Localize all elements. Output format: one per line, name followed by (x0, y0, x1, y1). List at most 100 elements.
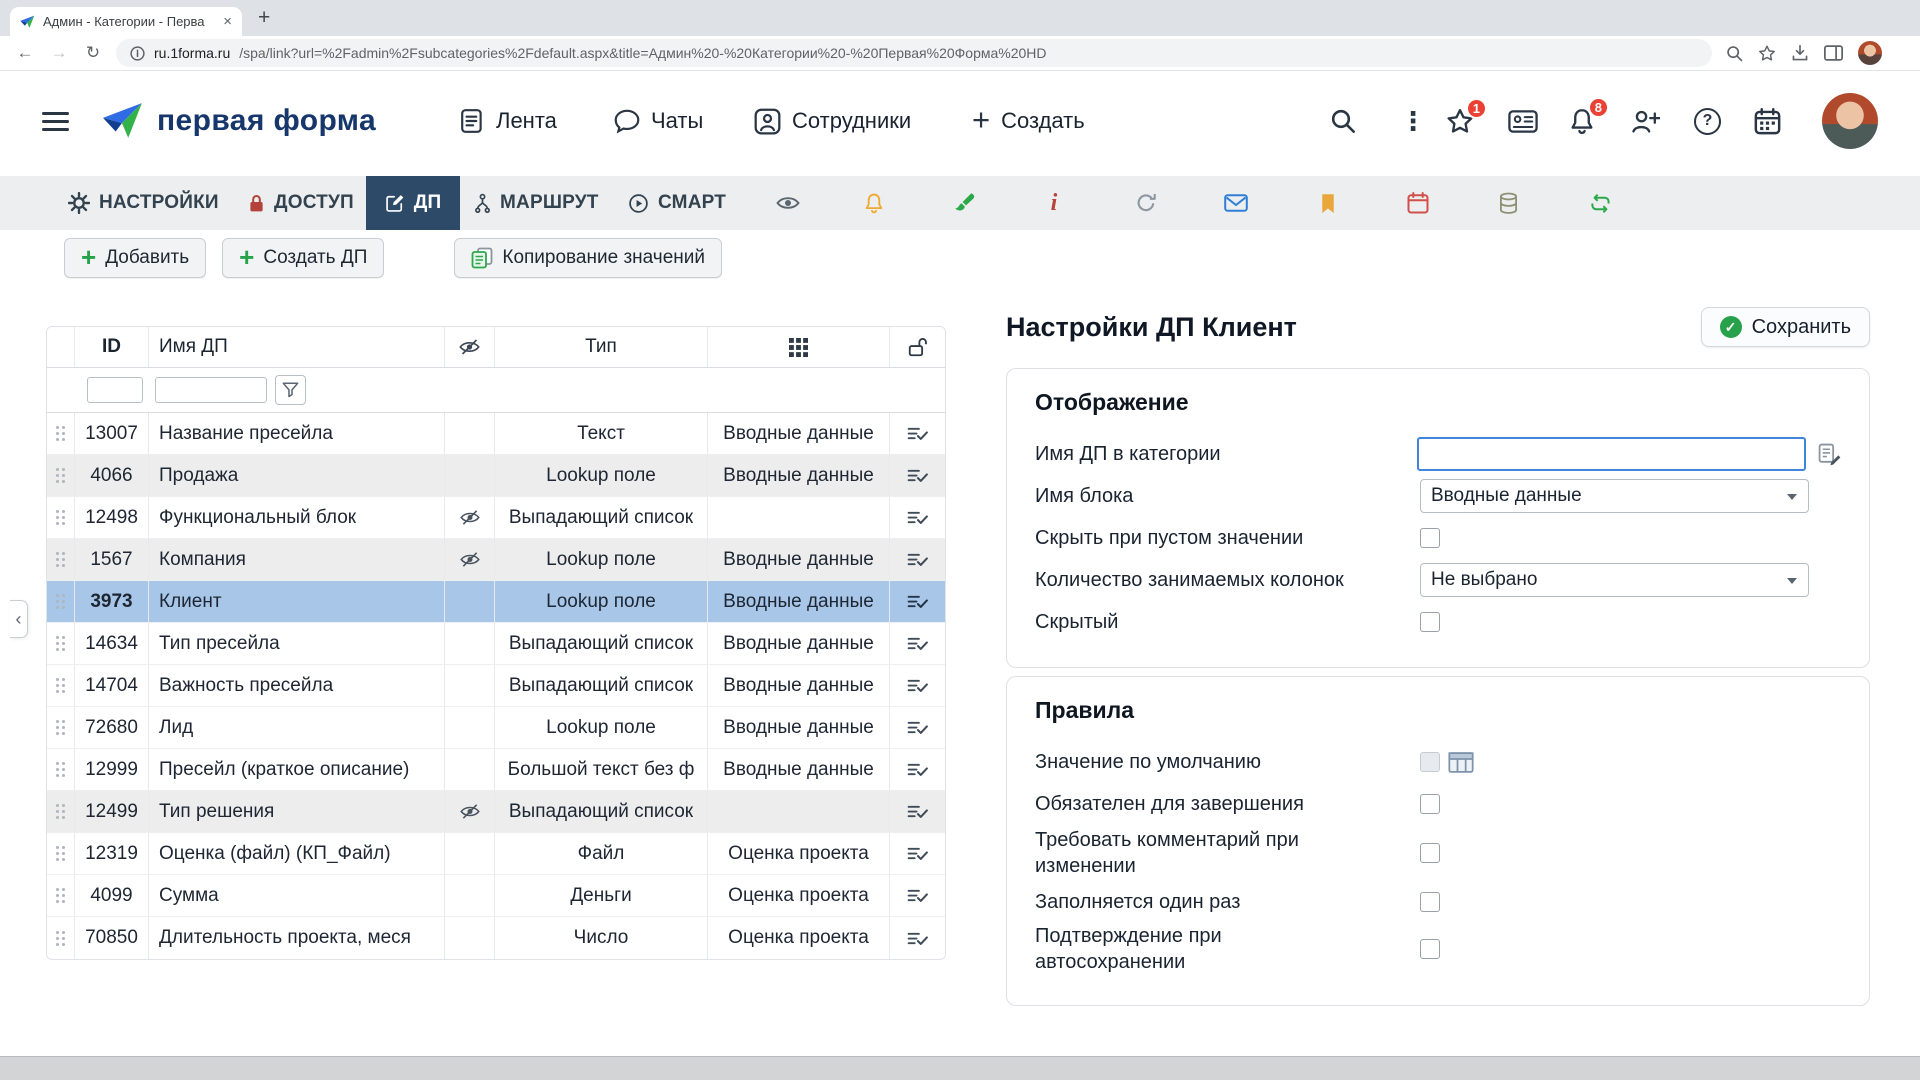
table-row[interactable]: 4066 Продажа Lookup поле Вводные данные (47, 455, 945, 497)
row-settings-button[interactable] (890, 707, 945, 748)
drag-handle[interactable] (47, 623, 75, 664)
row-settings-button[interactable] (890, 875, 945, 916)
reload-button[interactable]: ↻ (76, 43, 110, 63)
column-block[interactable] (708, 327, 890, 367)
menu-button[interactable] (42, 71, 69, 171)
row-settings-button[interactable] (890, 623, 945, 664)
filter-button[interactable] (275, 375, 306, 405)
user-avatar[interactable] (1822, 71, 1878, 171)
row-settings-button[interactable] (890, 413, 945, 454)
row-settings-button[interactable] (890, 917, 945, 959)
header-more-button[interactable]: ⋮ (1400, 71, 1426, 171)
table-row[interactable]: 12498 Функциональный блок Выпадающий спи… (47, 497, 945, 539)
table-row[interactable]: 70850 Длительность проекта, меся Число О… (47, 917, 945, 959)
filter-name-input[interactable] (155, 377, 267, 403)
row-settings-button[interactable] (890, 455, 945, 496)
nav-create[interactable]: + Создать (972, 71, 1085, 171)
hide-if-empty-checkbox[interactable] (1420, 528, 1440, 548)
calendar-tool-button[interactable] (1402, 176, 1434, 230)
urlbar-download-icon[interactable] (1791, 44, 1809, 62)
refresh-tool-button[interactable] (1130, 176, 1162, 230)
table-row[interactable]: 12319 Оценка (файл) (КП_Файл) Файл Оценк… (47, 833, 945, 875)
site-info-icon[interactable] (130, 46, 145, 61)
table-row[interactable]: 14704 Важность пресейла Выпадающий списо… (47, 665, 945, 707)
sidebar-collapse-handle[interactable]: ‹ (10, 600, 28, 638)
header-search-button[interactable] (1330, 71, 1356, 171)
row-settings-button[interactable] (890, 665, 945, 706)
table-row[interactable]: 12499 Тип решения Выпадающий список (47, 791, 945, 833)
table-row[interactable]: 12999 Пресейл (краткое описание) Большой… (47, 749, 945, 791)
dp-name-input[interactable] (1417, 437, 1806, 471)
copy-values-button[interactable]: Копирование значений (454, 238, 722, 278)
drag-handle[interactable] (47, 497, 75, 538)
drag-handle[interactable] (47, 791, 75, 832)
header-help-button[interactable]: ? (1694, 71, 1721, 171)
urlbar-bookmark-star-icon[interactable] (1758, 45, 1776, 62)
table-row-selected[interactable]: 3973 Клиент Lookup поле Вводные данные (47, 581, 945, 623)
new-tab-button[interactable]: + (258, 6, 270, 30)
row-settings-button[interactable] (890, 791, 945, 832)
column-name[interactable]: Имя ДП (149, 327, 445, 367)
tab-access[interactable]: ДОСТУП (248, 176, 354, 230)
columns-count-select[interactable]: Не выбрано (1420, 563, 1809, 597)
nav-chats[interactable]: Чаты (614, 71, 703, 171)
hidden-checkbox[interactable] (1420, 612, 1440, 632)
save-button[interactable]: ✓ Сохранить (1701, 307, 1870, 347)
row-settings-button[interactable] (890, 497, 945, 538)
logo[interactable]: первая форма (102, 71, 376, 171)
mail-tool-button[interactable] (1220, 176, 1252, 230)
info-tool-button[interactable]: i (1038, 176, 1070, 230)
header-favorites-button[interactable]: 1 (1446, 71, 1474, 171)
required-checkbox[interactable] (1420, 794, 1440, 814)
tab-smart[interactable]: СМАРТ (628, 176, 726, 230)
drag-handle[interactable] (47, 539, 75, 580)
urlbar-sidebar-icon[interactable] (1824, 45, 1843, 61)
table-row[interactable]: 4099 Сумма Деньги Оценка проекта (47, 875, 945, 917)
header-notifications-button[interactable]: 8 (1568, 71, 1596, 171)
bookmark-tool-button[interactable] (1312, 176, 1344, 230)
row-settings-button[interactable] (890, 749, 945, 790)
tab-route[interactable]: МАРШРУТ (474, 176, 599, 230)
table-row[interactable]: 72680 Лид Lookup поле Вводные данные (47, 707, 945, 749)
address-bar[interactable]: ru.1forma.ru/spa/link?url=%2Fadmin%2Fsub… (116, 39, 1712, 67)
header-person-add-button[interactable] (1630, 71, 1660, 171)
tab-settings[interactable]: НАСТРОЙКИ (68, 176, 219, 230)
table-row[interactable]: 1567 Компания Lookup поле Вводные данные (47, 539, 945, 581)
notify-tool-button[interactable] (858, 176, 890, 230)
create-dp-button[interactable]: + Создать ДП (222, 238, 384, 278)
table-row[interactable]: 14634 Тип пресейла Выпадающий список Вво… (47, 623, 945, 665)
column-visibility[interactable] (445, 327, 495, 367)
nav-employees[interactable]: Сотрудники (754, 71, 911, 171)
row-settings-button[interactable] (890, 833, 945, 874)
drag-handle[interactable] (47, 665, 75, 706)
header-card-button[interactable] (1508, 71, 1538, 171)
table-row[interactable]: 13007 Название пресейла Текст Вводные да… (47, 413, 945, 455)
browser-tab[interactable]: Админ - Категории - Перва × (10, 7, 242, 36)
drag-handle[interactable] (47, 833, 75, 874)
tab-close-icon[interactable]: × (223, 14, 232, 29)
column-lock[interactable] (890, 327, 945, 367)
localize-edit-icon[interactable] (1818, 443, 1841, 466)
repeat-tool-button[interactable] (1584, 176, 1616, 230)
tab-dp[interactable]: ДП (366, 176, 460, 230)
filter-id-input[interactable] (87, 377, 143, 403)
nav-feed[interactable]: Лента (460, 71, 557, 171)
drag-handle[interactable] (47, 455, 75, 496)
require-comment-checkbox[interactable] (1420, 843, 1440, 863)
drag-handle[interactable] (47, 413, 75, 454)
drag-handle[interactable] (47, 917, 75, 959)
header-calendar-button[interactable] (1754, 71, 1781, 171)
drag-handle[interactable] (47, 875, 75, 916)
visibility-tool-button[interactable] (772, 176, 804, 230)
row-settings-button[interactable] (890, 581, 945, 622)
column-id[interactable]: ID (75, 327, 149, 367)
confirm-autosave-checkbox[interactable] (1420, 939, 1440, 959)
row-settings-button[interactable] (890, 539, 945, 580)
drag-handle[interactable] (47, 581, 75, 622)
urlbar-zoom-icon[interactable] (1726, 45, 1743, 62)
default-value-table-icon[interactable] (1448, 752, 1474, 773)
brush-tool-button[interactable] (948, 176, 980, 230)
fill-once-checkbox[interactable] (1420, 892, 1440, 912)
add-button[interactable]: + Добавить (64, 238, 206, 278)
database-tool-button[interactable] (1492, 176, 1524, 230)
